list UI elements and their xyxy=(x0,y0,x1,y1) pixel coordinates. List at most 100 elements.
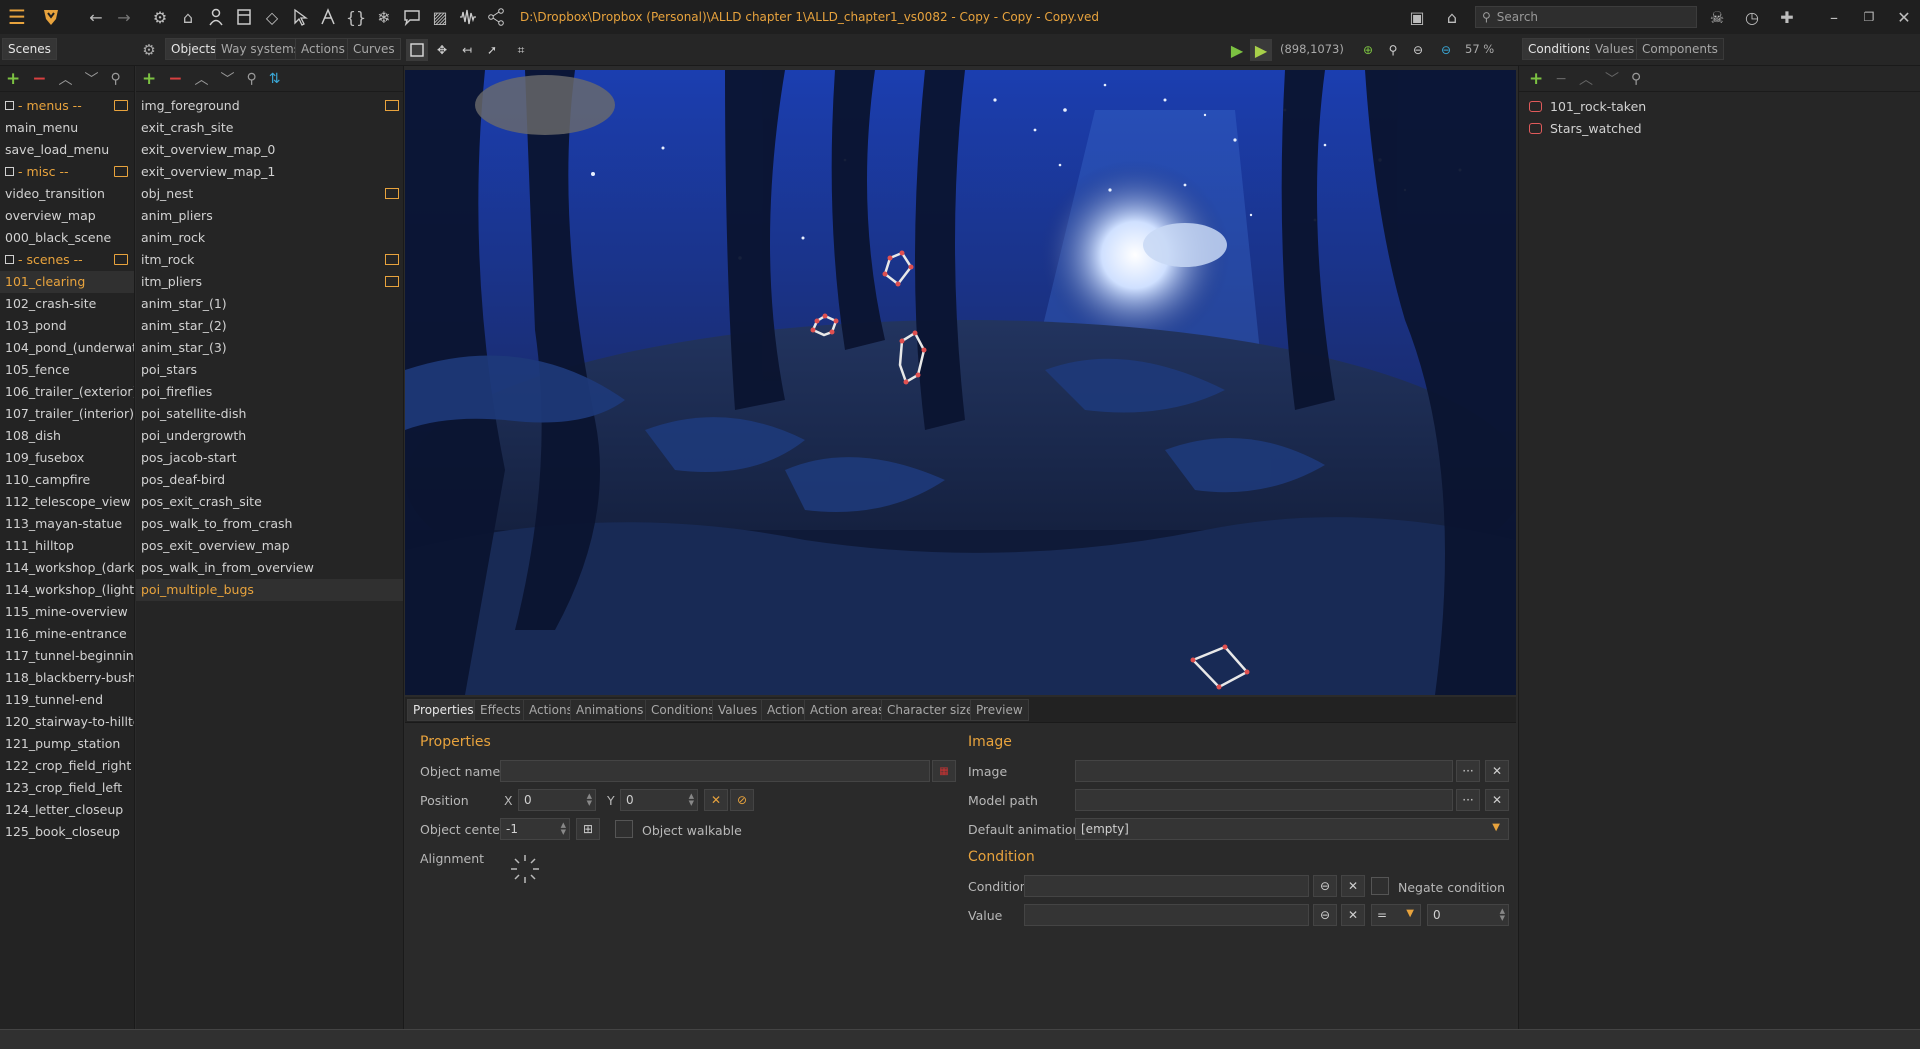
add-scene-icon[interactable]: + xyxy=(6,69,20,89)
search-scenes-icon[interactable]: ⚲ xyxy=(111,71,121,87)
tab-properties[interactable]: Properties xyxy=(407,699,480,721)
tab-actions[interactable]: Actions xyxy=(295,38,351,60)
script-braces-icon[interactable]: {} xyxy=(342,0,370,34)
home-start-icon[interactable]: ⌂ xyxy=(1438,0,1466,34)
scene-settings-gear-icon[interactable]: ⚙ xyxy=(138,39,160,61)
object-item[interactable]: poi_undergrowth xyxy=(136,425,403,447)
remove-object-icon[interactable]: − xyxy=(168,69,182,89)
maximize-icon[interactable]: ❐ xyxy=(1855,0,1883,34)
object-item[interactable]: anim_rock xyxy=(136,227,403,249)
scene-item[interactable]: 122_crop_field_right xyxy=(0,755,134,777)
scene-item[interactable]: 115_mine-overview xyxy=(0,601,134,623)
scene-item[interactable]: 105_fence xyxy=(0,359,134,381)
zoom-fit-icon[interactable]: ⊕ xyxy=(1357,39,1379,61)
textures-icon[interactable]: ▨ xyxy=(426,0,454,34)
scene-item[interactable]: 111_hilltop xyxy=(0,535,134,557)
tab-values[interactable]: Values xyxy=(712,699,764,721)
inventory-icon[interactable] xyxy=(230,0,258,34)
remove-scene-icon[interactable]: − xyxy=(32,69,46,89)
scene-item[interactable]: 125_book_closeup xyxy=(0,821,134,843)
scene-item[interactable]: 104_pond_(underwater) xyxy=(0,337,134,359)
move-down-icon[interactable]: ﹀ xyxy=(221,69,235,89)
browse-image-button[interactable]: ··· xyxy=(1456,760,1480,782)
object-item[interactable]: itm_rock xyxy=(136,249,403,271)
tab-components[interactable]: Components xyxy=(1636,38,1724,60)
plugin-icon[interactable]: ✚ xyxy=(1773,0,1801,34)
search-conditions-icon[interactable]: ⚲ xyxy=(1631,71,1641,87)
scene-item[interactable]: 119_tunnel-end xyxy=(0,689,134,711)
scene-item[interactable]: save_load_menu xyxy=(0,139,134,161)
tab-conditions[interactable]: Conditions xyxy=(645,699,721,721)
tab-conditions[interactable]: Conditions xyxy=(1522,38,1598,60)
cursor-icon[interactable] xyxy=(286,0,314,34)
play-icon[interactable]: ▶ xyxy=(1226,39,1248,61)
tab-values[interactable]: Values xyxy=(1589,38,1641,60)
zoom-out-icon[interactable]: ⊖ xyxy=(1407,39,1429,61)
zoom-in-icon[interactable]: ⊖ xyxy=(1435,39,1457,61)
object-item[interactable]: poi_multiple_bugs xyxy=(136,579,403,601)
scene-item[interactable]: 114_workshop_(light) xyxy=(0,579,134,601)
character-icon[interactable] xyxy=(202,0,230,34)
tab-preview[interactable]: Preview xyxy=(970,699,1029,721)
scene-item[interactable]: 000_black_scene xyxy=(0,227,134,249)
browse-model-button[interactable]: ··· xyxy=(1456,789,1480,811)
move-up-icon[interactable]: ︿ xyxy=(59,69,73,89)
move-up-icon[interactable]: ︿ xyxy=(1579,69,1593,89)
scene-item[interactable]: 123_crop_field_left xyxy=(0,777,134,799)
debug-bug-icon[interactable]: ☠ xyxy=(1703,0,1731,34)
tab-way-systems[interactable]: Way systems xyxy=(215,38,307,60)
scene-canvas[interactable] xyxy=(405,70,1516,695)
move-down-icon[interactable]: ﹀ xyxy=(85,69,99,89)
scene-item[interactable]: 106_trailer_(exterior) xyxy=(0,381,134,403)
tab-action-areas[interactable]: Action areas xyxy=(804,699,891,721)
scene-item[interactable]: video_transition xyxy=(0,183,134,205)
spin-arrows-icon[interactable]: ▲ ▼ xyxy=(689,793,694,807)
scene-item[interactable]: 110_campfire xyxy=(0,469,134,491)
condition-value-number[interactable]: 0 ▲ ▼ xyxy=(1427,904,1509,926)
position-x-field[interactable]: 0 ▲ ▼ xyxy=(518,789,596,811)
scene-item[interactable]: 114_workshop_(dark) xyxy=(0,557,134,579)
scene-item[interactable]: 101_clearing xyxy=(0,271,134,293)
object-item[interactable]: anim_star_(3) xyxy=(136,337,403,359)
search-input[interactable] xyxy=(1496,10,1677,24)
move-up-icon[interactable]: ︿ xyxy=(195,69,209,89)
scene-group[interactable]: - misc -- xyxy=(0,161,134,183)
default-animation-select[interactable]: [empty] ▼ xyxy=(1075,818,1509,840)
object-item[interactable]: pos_walk_in_from_overview xyxy=(136,557,403,579)
collapse-toggle-icon[interactable] xyxy=(5,167,14,176)
collapse-toggle-icon[interactable] xyxy=(5,255,14,264)
move-tool-icon[interactable]: ✥ xyxy=(431,39,453,61)
remove-condition-icon[interactable]: − xyxy=(1555,71,1567,87)
close-window-icon[interactable]: ✕ xyxy=(1890,0,1918,34)
condition-item[interactable]: Stars_watched xyxy=(1519,117,1920,139)
scene-item[interactable]: 117_tunnel-beginning xyxy=(0,645,134,667)
zoom-reset-icon[interactable]: ⚲ xyxy=(1382,39,1404,61)
move-down-icon[interactable]: ﹀ xyxy=(1605,69,1619,89)
spin-arrows-icon[interactable]: ▲ ▼ xyxy=(1500,908,1505,922)
select-area-tool-icon[interactable] xyxy=(406,39,428,61)
add-object-icon[interactable]: + xyxy=(142,69,156,89)
object-item[interactable]: itm_pliers xyxy=(136,271,403,293)
scene-item[interactable]: 118_blackberry-bush xyxy=(0,667,134,689)
scene-item[interactable]: 108_dish xyxy=(0,425,134,447)
object-item[interactable]: poi_stars xyxy=(136,359,403,381)
gear-icon[interactable]: ⚙ xyxy=(146,0,174,34)
object-item[interactable]: pos_exit_crash_site xyxy=(136,491,403,513)
object-center-field[interactable]: -1 ▲ ▼ xyxy=(500,818,570,840)
object-item[interactable]: obj_nest xyxy=(136,183,403,205)
sort-icon[interactable]: ⇅ xyxy=(269,71,281,87)
negate-condition-checkbox[interactable] xyxy=(1371,877,1389,895)
home-icon[interactable]: ⌂ xyxy=(174,0,202,34)
minimize-icon[interactable]: – xyxy=(1820,0,1848,34)
object-item[interactable]: poi_satellite-dish xyxy=(136,403,403,425)
tab-scenes[interactable]: Scenes xyxy=(2,38,57,60)
clear-condition-icon[interactable]: ✕ xyxy=(1341,875,1365,897)
scene-item[interactable]: 116_mine-entrance xyxy=(0,623,134,645)
object-item[interactable]: exit_crash_site xyxy=(136,117,403,139)
scene-item[interactable]: main_menu xyxy=(0,117,134,139)
scene-item[interactable]: 121_pump_station xyxy=(0,733,134,755)
scene-item[interactable]: 120_stairway-to-hilltop xyxy=(0,711,134,733)
center-picker-icon[interactable]: ⊞ xyxy=(576,818,600,840)
back-arrow-icon[interactable]: ← xyxy=(82,0,110,34)
object-item[interactable]: pos_deaf-bird xyxy=(136,469,403,491)
